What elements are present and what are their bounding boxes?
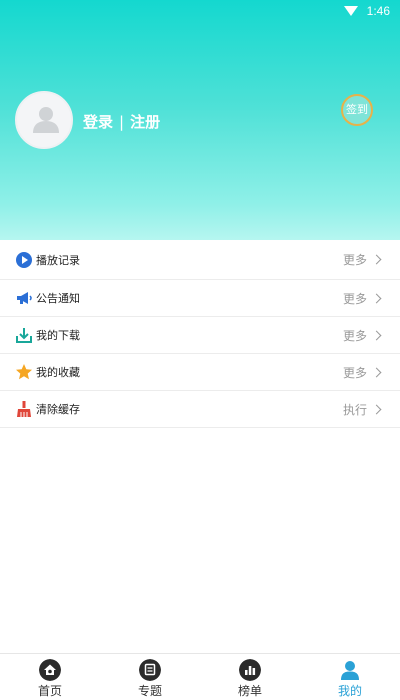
menu-item-label: 我的下载 [36, 329, 80, 342]
chevron-right-icon [371, 293, 382, 303]
profile-header: 1:46 登录 | 注册 签到 [0, 0, 400, 240]
tab-topics[interactable]: 专题 [100, 654, 200, 700]
topic-icon [139, 659, 161, 681]
avatar[interactable] [15, 91, 73, 149]
chevron-right-icon [371, 254, 382, 265]
tab-mine[interactable]: 我的 [300, 654, 400, 700]
play-circle-icon [16, 251, 32, 268]
menu-item-announcements[interactable]: 公告通知 更多 [0, 280, 400, 317]
tab-label: 专题 [137, 684, 162, 698]
default-user-icon [33, 107, 59, 133]
tab-ranking[interactable]: 榜单 [200, 654, 300, 700]
menu-item-action[interactable]: 更多 [342, 290, 382, 307]
menu-item-clear-cache[interactable]: 清除缓存 执行 [0, 391, 400, 428]
action-label: 更多 [342, 253, 367, 267]
auth-separator: | [119, 112, 125, 131]
home-icon [39, 659, 61, 681]
menu-item-downloads[interactable]: 我的下载 更多 [0, 317, 400, 354]
menu-item-label: 播放记录 [36, 253, 80, 267]
ranking-icon [239, 659, 261, 681]
menu-item-action[interactable]: 更多 [342, 327, 382, 344]
bottom-tab-bar: 首页 专题 榜单 我的 [0, 653, 400, 700]
menu-item-action[interactable]: 更多 [342, 251, 382, 268]
menu-list: 播放记录 更多 公告通知 更多 我的下载 更多 我的收藏 更多 清除缓存 执行 [0, 240, 400, 428]
register-link[interactable]: 注册 [130, 111, 160, 132]
menu-item-label: 公告通知 [36, 292, 80, 305]
menu-item-action[interactable]: 执行 [342, 401, 382, 418]
download-icon [16, 328, 32, 343]
profile-screen: 1:46 登录 | 注册 签到 播放记录 更多 公告通知 更多 我的下载 更多 … [0, 0, 400, 700]
action-label: 执行 [342, 402, 367, 417]
menu-item-play-history[interactable]: 播放记录 更多 [0, 240, 400, 280]
chevron-right-icon [371, 367, 382, 377]
menu-item-label: 我的收藏 [36, 366, 80, 379]
action-label: 更多 [342, 365, 367, 380]
status-time: 1:46 [366, 4, 390, 18]
broom-icon [17, 401, 31, 417]
action-label: 更多 [342, 291, 367, 306]
menu-item-action[interactable]: 更多 [342, 364, 382, 381]
user-icon [341, 661, 359, 680]
tab-home[interactable]: 首页 [0, 654, 100, 700]
tab-label: 首页 [37, 684, 62, 698]
action-label: 更多 [342, 328, 367, 343]
chevron-right-icon [371, 330, 382, 340]
checkin-button[interactable]: 签到 [341, 94, 373, 126]
menu-item-favorites[interactable]: 我的收藏 更多 [0, 354, 400, 391]
megaphone-icon [17, 292, 32, 304]
menu-item-label: 清除缓存 [36, 403, 80, 416]
tab-label: 榜单 [237, 684, 262, 698]
star-icon [16, 364, 32, 380]
wifi-icon [344, 6, 358, 16]
login-link[interactable]: 登录 [83, 111, 113, 132]
auth-links: 登录 | 注册 [83, 111, 160, 132]
tab-label: 我的 [337, 684, 362, 698]
chevron-right-icon [371, 404, 382, 414]
status-bar: 1:46 [0, 0, 400, 22]
